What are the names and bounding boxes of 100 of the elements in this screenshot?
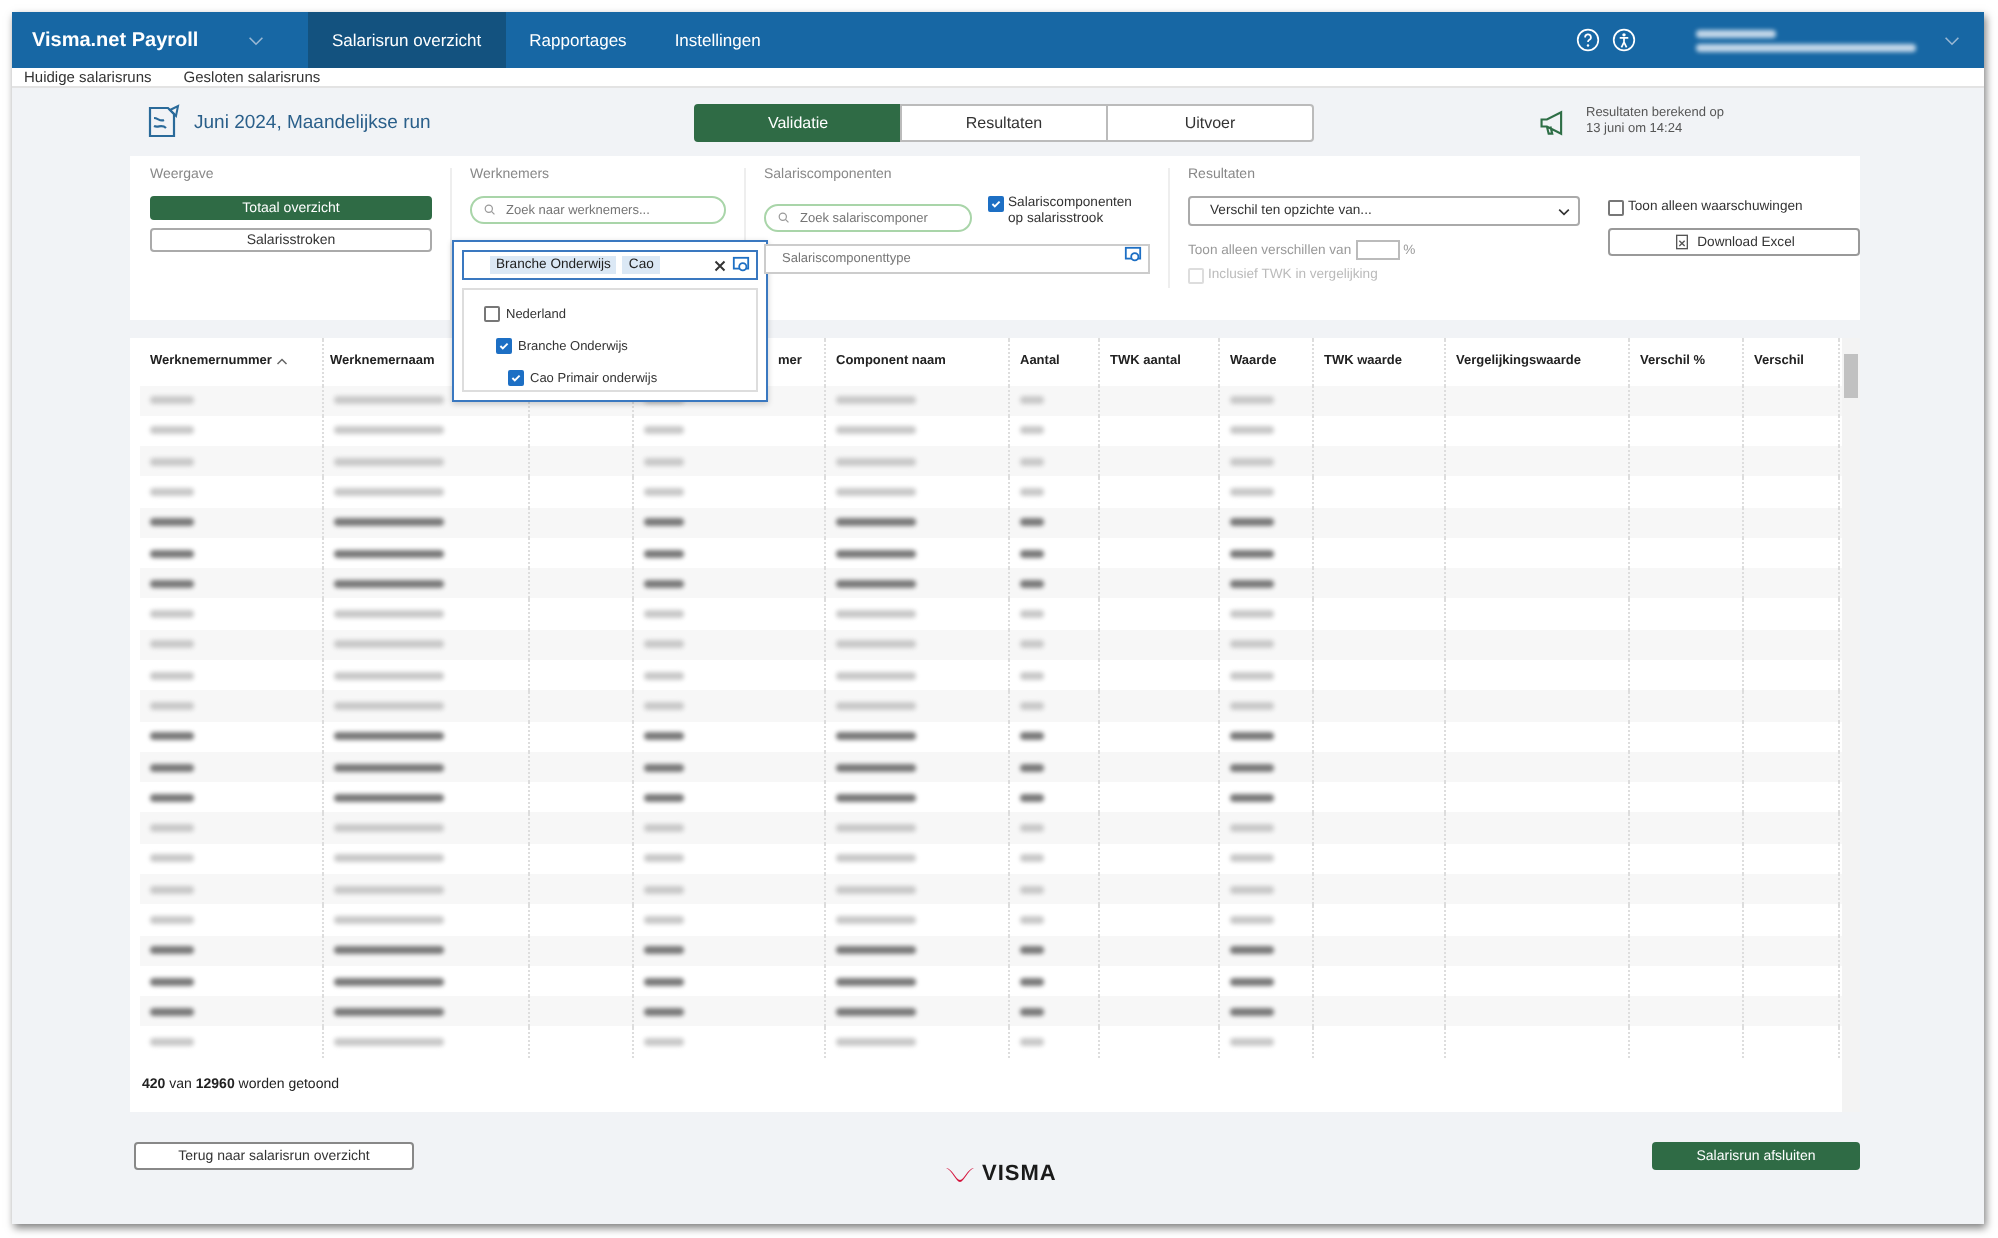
checkbox[interactable]: [988, 196, 1004, 212]
filter-icon[interactable]: [732, 256, 750, 274]
blurred-text: [334, 518, 444, 527]
blurred-text: [836, 824, 916, 833]
run-title: Juni 2024, Maandelijkse run: [194, 111, 431, 133]
blurred-text: [644, 457, 684, 466]
sort-icon[interactable]: [275, 356, 288, 367]
blurred-text: [836, 426, 916, 435]
tab[interactable]: Uitvoer: [1106, 103, 1314, 141]
blurred-text: [836, 610, 916, 619]
help-icon[interactable]: [1576, 28, 1600, 52]
blurred-text: [1230, 701, 1274, 710]
blurred-text: [644, 640, 684, 649]
blurred-text: [1230, 763, 1274, 772]
search-icon: [778, 212, 790, 224]
spreadsheet-icon: [1673, 234, 1690, 250]
blurred-text: [1230, 640, 1274, 649]
blurred-text: [1020, 671, 1044, 680]
blurred-text: [836, 793, 916, 802]
blurred-text: [1230, 793, 1274, 802]
blurred-text: [644, 426, 684, 435]
blurred-text: [1020, 946, 1044, 955]
chevron-icon[interactable]: [248, 35, 264, 45]
logo-text: VISMA: [982, 1162, 1057, 1186]
nav-tab[interactable]: Rapportages: [505, 12, 651, 68]
blurred-text: [644, 579, 684, 588]
blurred-text: [334, 457, 444, 466]
blurred-text: [1020, 732, 1044, 741]
blurred-text: [1230, 977, 1274, 985]
nav-tab[interactable]: Salarisrun overzicht: [308, 12, 506, 68]
blurred-text: [644, 1038, 684, 1047]
checkbox[interactable]: [496, 338, 512, 354]
blurred-text: [1020, 1007, 1044, 1016]
blurred-text: [836, 579, 916, 588]
blurred-text: [1020, 457, 1044, 466]
blurred-text: [334, 763, 444, 772]
blurred-text: [334, 549, 444, 558]
checkbox[interactable]: [1608, 200, 1624, 216]
blurred-text: [1230, 824, 1274, 833]
logo-icon: [944, 1164, 976, 1184]
blurred-text: [334, 977, 444, 985]
blurred-text: [334, 1007, 444, 1016]
blurred-text: [1020, 763, 1044, 772]
filter-icon[interactable]: [1124, 246, 1142, 264]
blurred-text: [836, 1038, 916, 1047]
blurred-text: [334, 732, 444, 741]
blurred-text: [1020, 915, 1044, 924]
blurred-text: [836, 977, 916, 985]
blurred-text: [1230, 457, 1274, 466]
blurred-text: [1020, 488, 1044, 496]
blurred-text: [334, 579, 444, 588]
blurred-text: [334, 946, 444, 955]
blurred-text: [836, 946, 916, 955]
blurred-text: [1020, 701, 1044, 710]
blurred-text: [644, 824, 684, 833]
blurred-text: [334, 610, 444, 619]
blurred-text: [334, 793, 444, 802]
blurred-text: [836, 549, 916, 558]
app-title: Visma.net Payroll: [30, 29, 201, 51]
blurred-text: [334, 1038, 444, 1047]
chevron-icon[interactable]: [1944, 35, 1960, 45]
blurred-text: [836, 396, 916, 405]
blurred-text: [644, 488, 684, 496]
blurred-text: [334, 488, 444, 496]
tab[interactable]: Resultaten: [900, 103, 1108, 141]
blurred-text: [1020, 579, 1044, 588]
blurred-text: [644, 793, 684, 802]
blurred-text: [1230, 885, 1274, 894]
blurred-text: [836, 732, 916, 741]
blurred-text: [836, 885, 916, 894]
blurred-text: [334, 396, 444, 405]
blurred-text: [334, 915, 444, 924]
blurred-text: [836, 1007, 916, 1016]
nav-tab[interactable]: Instellingen: [650, 12, 785, 68]
blurred-text: [836, 457, 916, 466]
blurred-text: [644, 854, 684, 863]
accessibility-icon[interactable]: [1612, 28, 1636, 52]
blurred-text: [644, 671, 684, 680]
blurred-text: [836, 640, 916, 649]
blurred-text: [334, 640, 444, 649]
blurred-text: [644, 885, 684, 894]
threshold-field[interactable]: [1355, 240, 1400, 260]
blurred-text: [1230, 1038, 1274, 1047]
blurred-text: [644, 518, 684, 527]
blurred-text: [1020, 824, 1044, 833]
blurred-text: [1230, 579, 1274, 588]
clear-icon[interactable]: [714, 259, 726, 271]
blurred-text: [644, 610, 684, 619]
blurred-text: [1020, 518, 1044, 527]
tab[interactable]: Validatie: [694, 103, 902, 141]
blurred-text: [1020, 977, 1044, 985]
checkbox[interactable]: [508, 370, 524, 386]
blurred-text: [1020, 396, 1044, 405]
chevron-icon: [1558, 207, 1570, 215]
blurred-text: [334, 426, 444, 435]
blurred-text: [1020, 549, 1044, 558]
blurred-text: [644, 763, 684, 772]
checkbox[interactable]: [484, 306, 500, 322]
blurred-text: [1020, 426, 1044, 435]
blurred-text: [644, 915, 684, 924]
